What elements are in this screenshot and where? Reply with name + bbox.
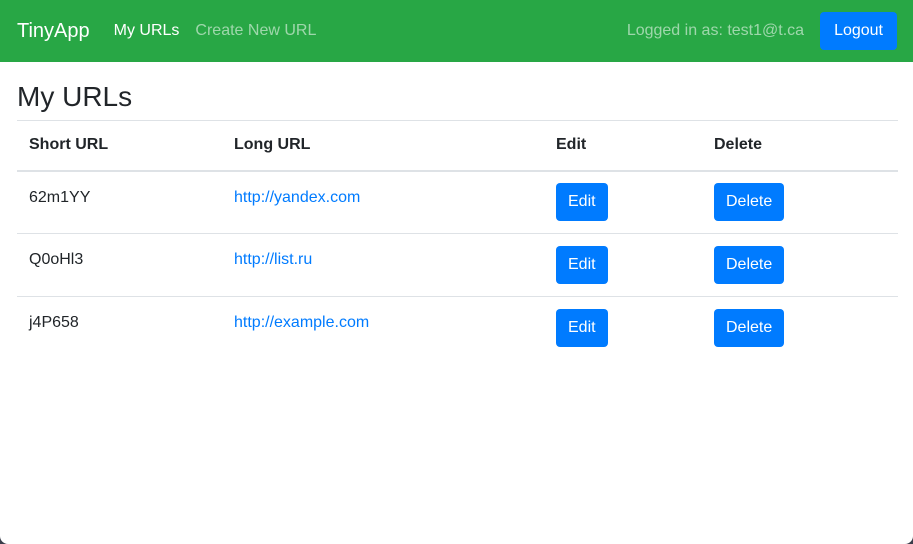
table-header: Short URL Long URL Edit Delete <box>17 120 898 172</box>
logged-in-status: Logged in as: test1@t.ca <box>626 22 805 39</box>
short-url-cell: Q0oHl3 <box>17 233 222 297</box>
long-url-link[interactable]: http://list.ru <box>234 251 312 268</box>
header-long-url: Long URL <box>222 120 544 172</box>
long-url-cell: http://list.ru <box>222 233 544 297</box>
delete-cell: Delete <box>702 170 898 234</box>
page-title: My URLs <box>17 81 133 112</box>
brand-logo[interactable]: TinyApp <box>17 20 90 43</box>
main-content: My URLs Short URL Long URL Edit Delete 6… <box>0 62 913 360</box>
urls-table: Short URL Long URL Edit Delete 62m1YY ht… <box>17 120 898 360</box>
long-url-link[interactable]: http://yandex.com <box>234 189 360 206</box>
edit-cell: Edit <box>544 296 702 360</box>
edit-button[interactable]: Edit <box>556 183 608 222</box>
header-row: Short URL Long URL Edit Delete <box>17 120 898 172</box>
top-navbar: TinyApp My URLs Create New URL Logged in… <box>0 0 913 62</box>
edit-button[interactable]: Edit <box>556 309 608 348</box>
table-body: 62m1YY http://yandex.com Edit Delete Q0o… <box>17 170 898 360</box>
delete-button[interactable]: Delete <box>714 246 785 284</box>
short-url-cell: 62m1YY <box>17 170 222 234</box>
header-short-url: Short URL <box>17 120 222 172</box>
edit-button[interactable]: Edit <box>556 246 608 284</box>
long-url-cell: http://yandex.com <box>222 170 544 234</box>
delete-cell: Delete <box>702 296 898 360</box>
table-row: 62m1YY http://yandex.com Edit Delete <box>17 170 898 234</box>
long-url-link[interactable]: http://example.com <box>234 314 369 331</box>
browser-window: TinyApp My URLs Create New URL Logged in… <box>0 0 913 544</box>
long-url-cell: http://example.com <box>222 296 544 360</box>
delete-cell: Delete <box>702 233 898 297</box>
nav-create-new-url[interactable]: Create New URL <box>195 22 316 40</box>
header-edit: Edit <box>544 120 702 172</box>
logout-button[interactable]: Logout <box>820 12 897 50</box>
short-url-cell: j4P658 <box>17 296 222 360</box>
edit-cell: Edit <box>544 233 702 297</box>
table-row: j4P658 http://example.com Edit Delete <box>17 296 898 360</box>
header-delete: Delete <box>702 120 898 172</box>
table-row: Q0oHl3 http://list.ru Edit Delete <box>17 233 898 297</box>
delete-button[interactable]: Delete <box>714 309 785 348</box>
edit-cell: Edit <box>544 170 702 234</box>
delete-button[interactable]: Delete <box>714 183 785 222</box>
nav-my-urls[interactable]: My URLs <box>114 22 180 40</box>
